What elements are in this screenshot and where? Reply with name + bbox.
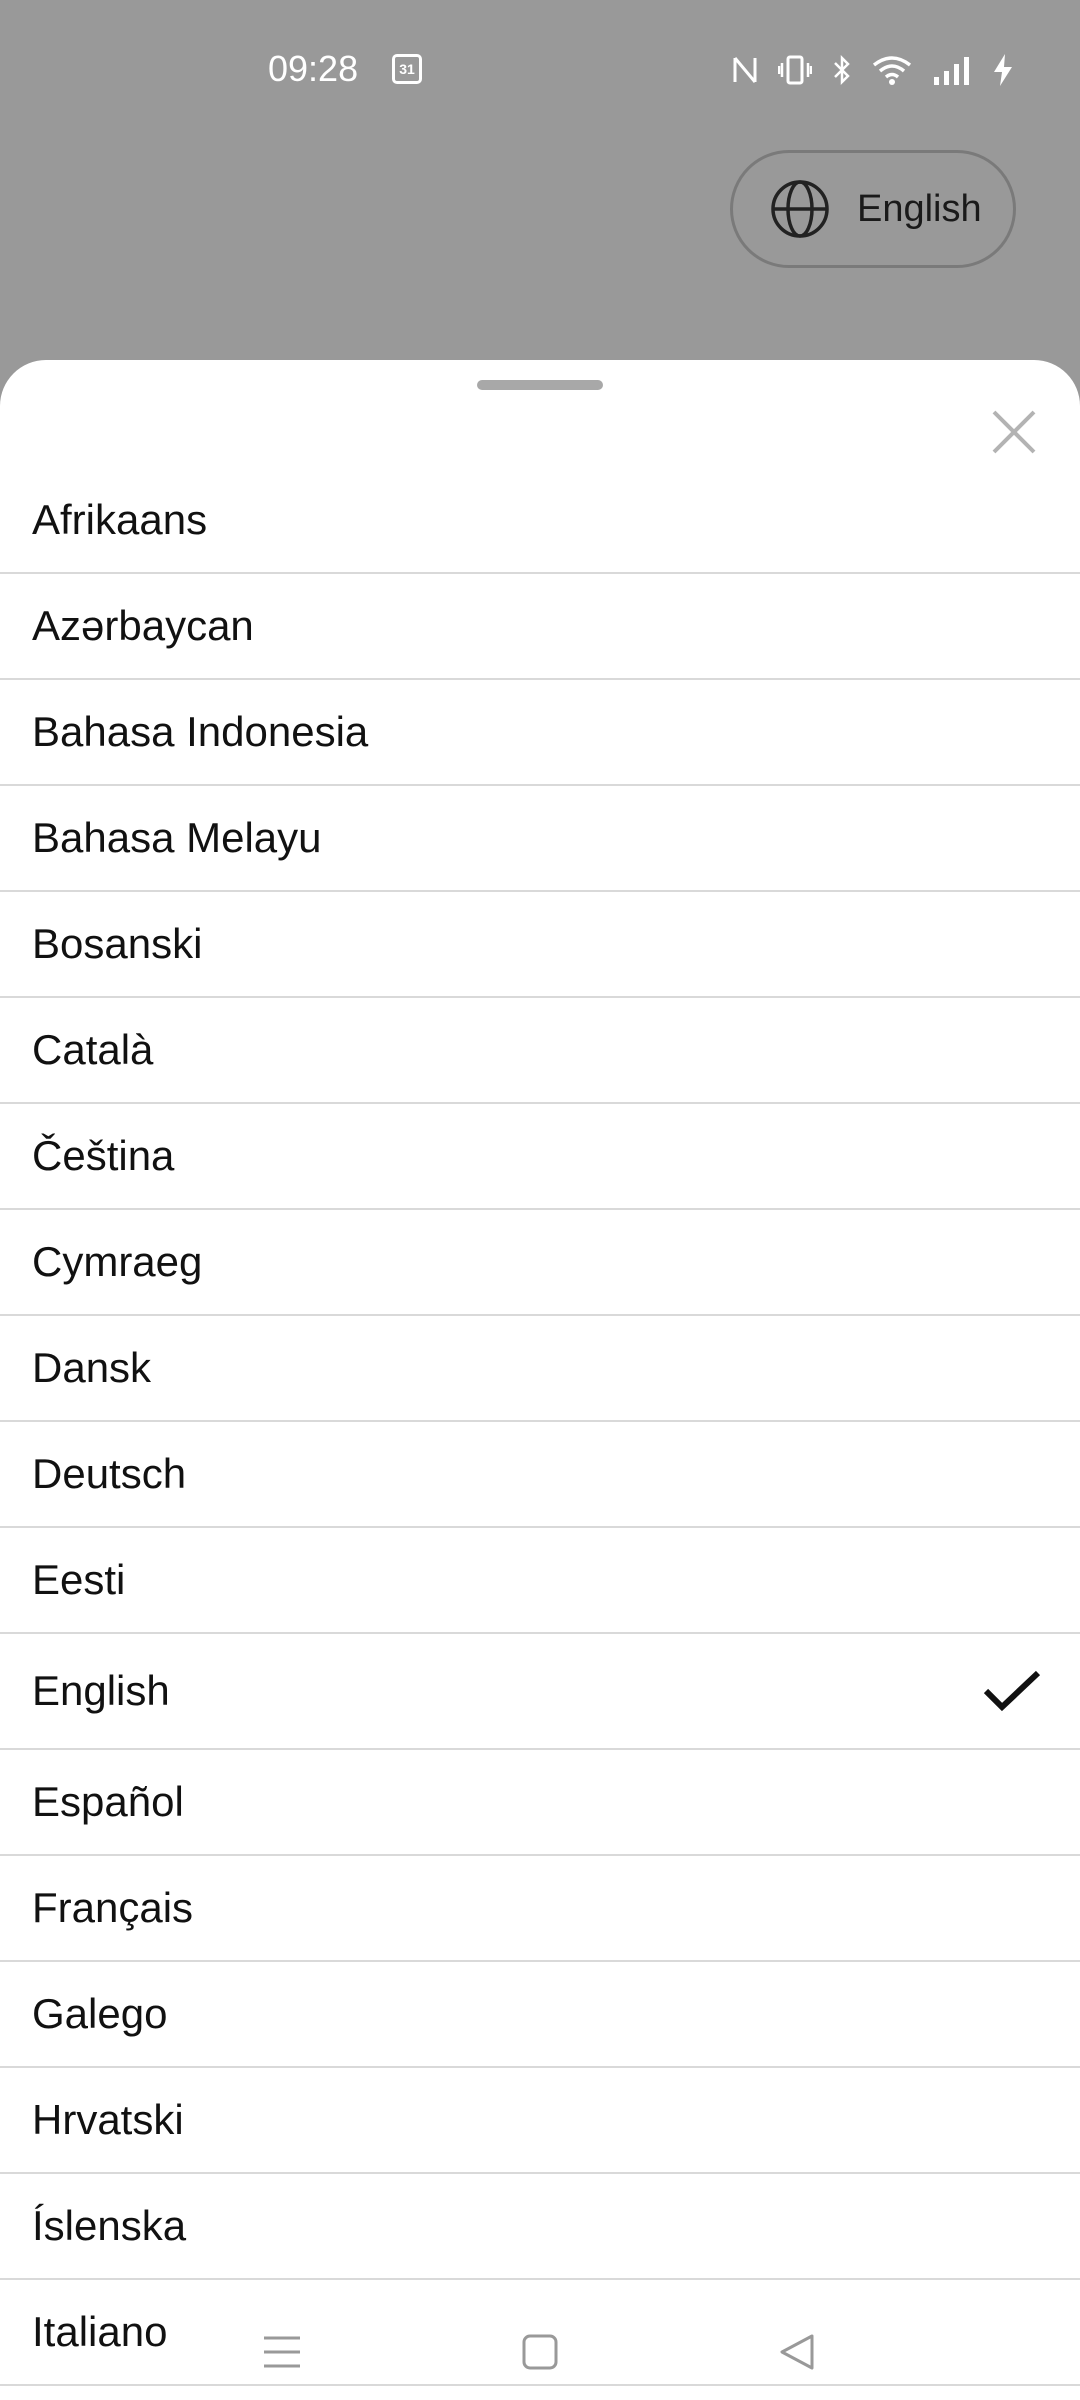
language-option[interactable]: Íslenska	[0, 2174, 1080, 2280]
globe-icon	[771, 180, 829, 238]
vibrate-icon	[778, 55, 812, 85]
language-option[interactable]: Hrvatski	[0, 2068, 1080, 2174]
language-option-label: Bahasa Indonesia	[32, 708, 369, 755]
bluetooth-icon	[834, 54, 850, 86]
close-icon[interactable]	[984, 402, 1044, 462]
language-option[interactable]: Dansk	[0, 1316, 1080, 1422]
language-option-label: Galego	[32, 1990, 168, 2037]
nfc-icon	[733, 57, 757, 83]
calendar-day: 31	[399, 61, 415, 77]
language-option-label: Čeština	[32, 1132, 175, 1179]
language-option[interactable]: English	[0, 1634, 1080, 1750]
language-option-label: Bosanski	[32, 920, 203, 967]
language-option-label: Dansk	[32, 1344, 152, 1391]
charging-icon	[994, 54, 1012, 86]
language-option[interactable]: Español	[0, 1750, 1080, 1856]
menu-icon	[264, 2336, 300, 2368]
language-option-label: Afrikaans	[32, 496, 208, 543]
language-sheet: Afrikaans Azərbaycan Bahasa Indonesia Bahas…	[0, 360, 1080, 2400]
language-option[interactable]: Català	[0, 998, 1080, 1104]
language-button-label: English	[857, 187, 982, 230]
language-option[interactable]: Čeština	[0, 1104, 1080, 1210]
language-option[interactable]: Afrikaans	[0, 468, 1080, 574]
language-option[interactable]: Bahasa Indonesia	[0, 680, 1080, 786]
status-time: 09:28	[268, 48, 359, 89]
language-option-label: Deutsch	[32, 1450, 187, 1497]
language-option-label: Azərbaycan	[32, 602, 254, 649]
language-option[interactable]: Deutsch	[0, 1422, 1080, 1528]
screen: 09:28 31 English Afrikaans Azərbaycan Baha…	[0, 0, 1080, 2400]
home-icon	[522, 2334, 558, 2370]
language-list: Afrikaans Azərbaycan Bahasa Indonesia Bahas…	[0, 468, 1080, 2386]
language-option[interactable]: Bahasa Melayu	[0, 786, 1080, 892]
calendar-icon: 31	[392, 54, 422, 84]
language-option[interactable]: Bosanski	[0, 892, 1080, 998]
language-option-label: Català	[32, 1026, 154, 1073]
language-option-label: Français	[32, 1884, 194, 1931]
back-button[interactable]	[768, 2322, 828, 2382]
status-bar: 09:28 31	[0, 0, 1080, 140]
navigation-bar	[0, 2300, 1080, 2400]
language-option[interactable]: Eesti	[0, 1528, 1080, 1634]
language-option-label: Hrvatski	[32, 2096, 184, 2143]
checkmark-icon	[983, 1670, 1041, 1712]
language-option-label: Eesti	[32, 1556, 126, 1603]
language-button[interactable]: English	[730, 150, 1016, 268]
language-option-label: Íslenska	[32, 2202, 187, 2249]
language-option[interactable]: Galego	[0, 1962, 1080, 2068]
language-option-label: Cymraeg	[32, 1238, 203, 1285]
language-option[interactable]: Azərbaycan	[0, 574, 1080, 680]
menu-button[interactable]	[252, 2322, 312, 2382]
home-button[interactable]	[510, 2322, 570, 2382]
language-option-label: Bahasa Melayu	[32, 814, 322, 861]
language-option-label: English	[32, 1667, 170, 1714]
language-option[interactable]: Français	[0, 1856, 1080, 1962]
signal-icon	[934, 57, 969, 85]
language-option-label: Español	[32, 1778, 184, 1825]
drag-handle[interactable]	[477, 380, 603, 390]
language-option[interactable]: Cymraeg	[0, 1210, 1080, 1316]
wifi-icon	[872, 56, 912, 85]
back-icon	[780, 2334, 814, 2370]
status-icons	[732, 48, 1014, 92]
